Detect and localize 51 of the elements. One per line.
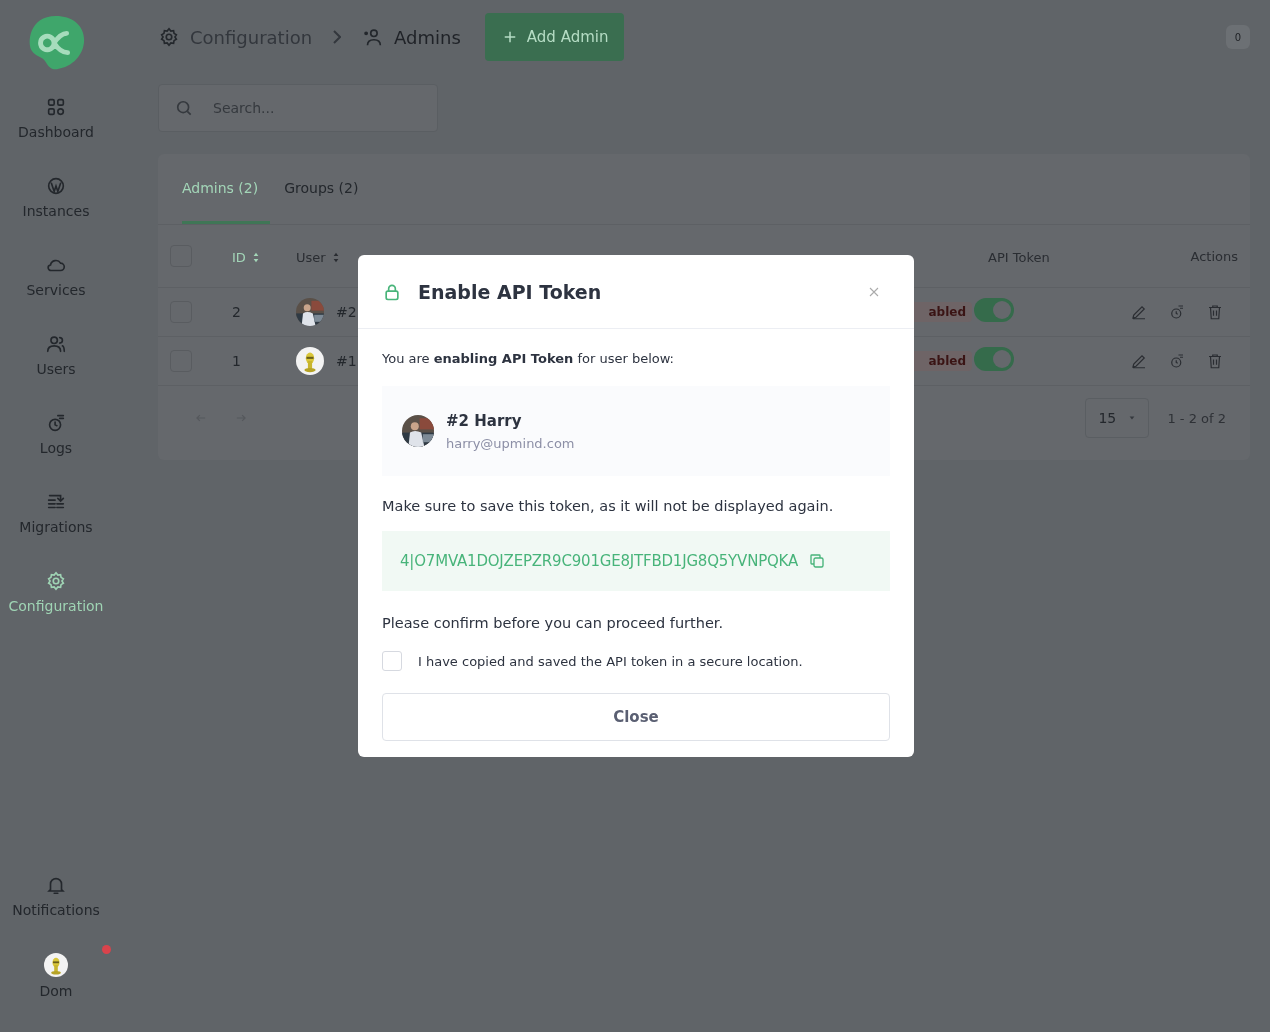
trash-icon[interactable] [1206,352,1224,370]
confirm-heading: Please confirm before you can proceed further. [382,615,725,631]
table-cell-text: 2 [232,304,242,320]
nav-item[interactable]: Instances [22,175,90,254]
column-header: API Token [988,249,1050,265]
pencil-icon[interactable] [1130,352,1148,370]
count-badge: 0 [1226,25,1250,49]
column-header: Actions [1190,248,1238,264]
table-cell: #1 [336,353,357,369]
pencil-icon[interactable] [1130,303,1148,321]
page-title: Admins [394,26,461,48]
tab[interactable]: Admins (2) [182,154,271,224]
search-icon [174,98,194,118]
settings-icon [45,570,67,592]
nav-item[interactable]: Configuration [8,570,104,649]
column-header[interactable]: ID [232,249,260,265]
sort-icon[interactable] [251,251,260,263]
nav-item[interactable]: Notifications [12,874,100,953]
nav-item[interactable]: Dashboard [18,96,94,175]
checkbox-label: I have copied and saved the API token in a secure location. [418,653,803,669]
add-admin-button[interactable]: Add Admin [484,13,625,61]
settings-icon [158,26,180,48]
grid-icon [45,96,67,118]
users-icon [45,333,67,355]
dialog-title: Enable API Token [418,280,602,303]
nav-item[interactable]: Logs [39,412,73,491]
table-cell: #2 [336,304,357,320]
nav-item[interactable]: Users [36,333,76,412]
close-button[interactable]: Close [382,693,890,741]
wordpress-icon [45,175,67,197]
trash-icon[interactable] [1206,303,1224,321]
sort-icon[interactable] [331,251,340,263]
user-email: harry@upmind.com [446,435,575,451]
intro-text: You are enabling API Token for user below: [382,351,675,366]
timer-icon[interactable] [1168,303,1186,321]
warning-text: Make sure to save this token, as it will not be displayed again. [382,498,835,514]
page-size-select[interactable]: 15 [1085,398,1150,438]
nav-item[interactable]: Migrations [19,491,93,570]
caret-icon [1128,414,1137,422]
api-token: 4|O7MVA1DOJZEPZR9C901GE8JTFBD1JG8Q5YVNPQKA [400,552,799,570]
toggle-switch[interactable] [974,298,1014,322]
nav-item[interactable]: Services [26,254,86,333]
column-header[interactable]: User [296,249,340,265]
toggle-switch[interactable] [974,347,1014,371]
chevron-right-icon [333,30,342,44]
tab[interactable]: Groups (2) [284,154,371,224]
user-name: #2 Harry [446,411,523,430]
nav-item[interactable]: Dom [39,953,73,1032]
copy-icon[interactable] [808,552,827,570]
table-cell-text: 1 [232,353,242,369]
timer-icon[interactable] [1168,352,1186,370]
